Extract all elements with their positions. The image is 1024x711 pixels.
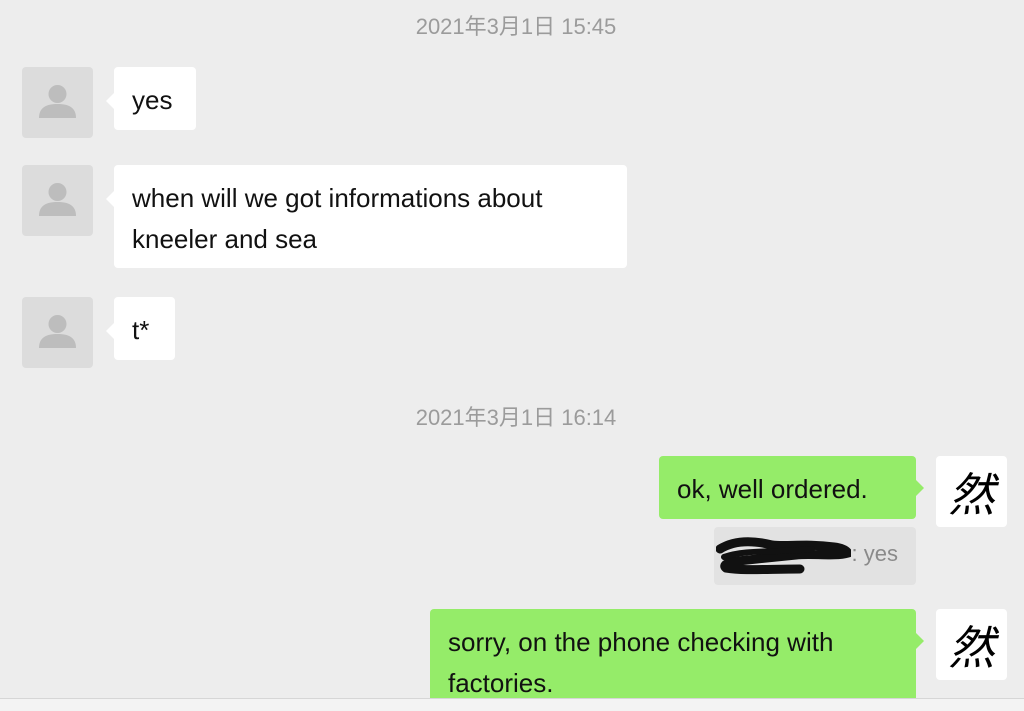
redaction-scribble — [716, 537, 851, 575]
contact-avatar[interactable] — [22, 165, 93, 236]
quoted-message[interactable]: : yes — [714, 527, 916, 585]
default-avatar-icon — [39, 85, 76, 118]
contact-avatar[interactable] — [22, 67, 93, 138]
input-area-divider — [0, 698, 1024, 711]
default-avatar-icon — [39, 183, 76, 216]
quoted-text: : yes — [851, 541, 898, 566]
self-avatar[interactable]: 然 — [936, 609, 1007, 680]
message-bubble-outgoing[interactable]: ok, well ordered. — [659, 456, 924, 519]
default-avatar-icon — [39, 315, 76, 348]
message-bubble-incoming[interactable]: when will we got informations about knee… — [106, 165, 627, 268]
self-avatar[interactable]: 然 — [936, 456, 1007, 527]
self-avatar-glyph: 然 — [948, 620, 995, 675]
chat-window: 2021年3月1日 15:45 yes when will we got inf… — [0, 0, 1024, 711]
self-avatar-glyph: 然 — [948, 467, 995, 522]
contact-avatar[interactable] — [22, 297, 93, 368]
timestamp: 2021年3月1日 15:45 — [415, 14, 617, 39]
message-bubble-outgoing[interactable]: sorry, on the phone checking with factor… — [430, 609, 924, 711]
timestamp: 2021年3月1日 16:14 — [415, 405, 617, 430]
message-bubble-incoming[interactable]: t* — [106, 297, 175, 360]
message-bubble-incoming[interactable]: yes — [106, 67, 196, 130]
